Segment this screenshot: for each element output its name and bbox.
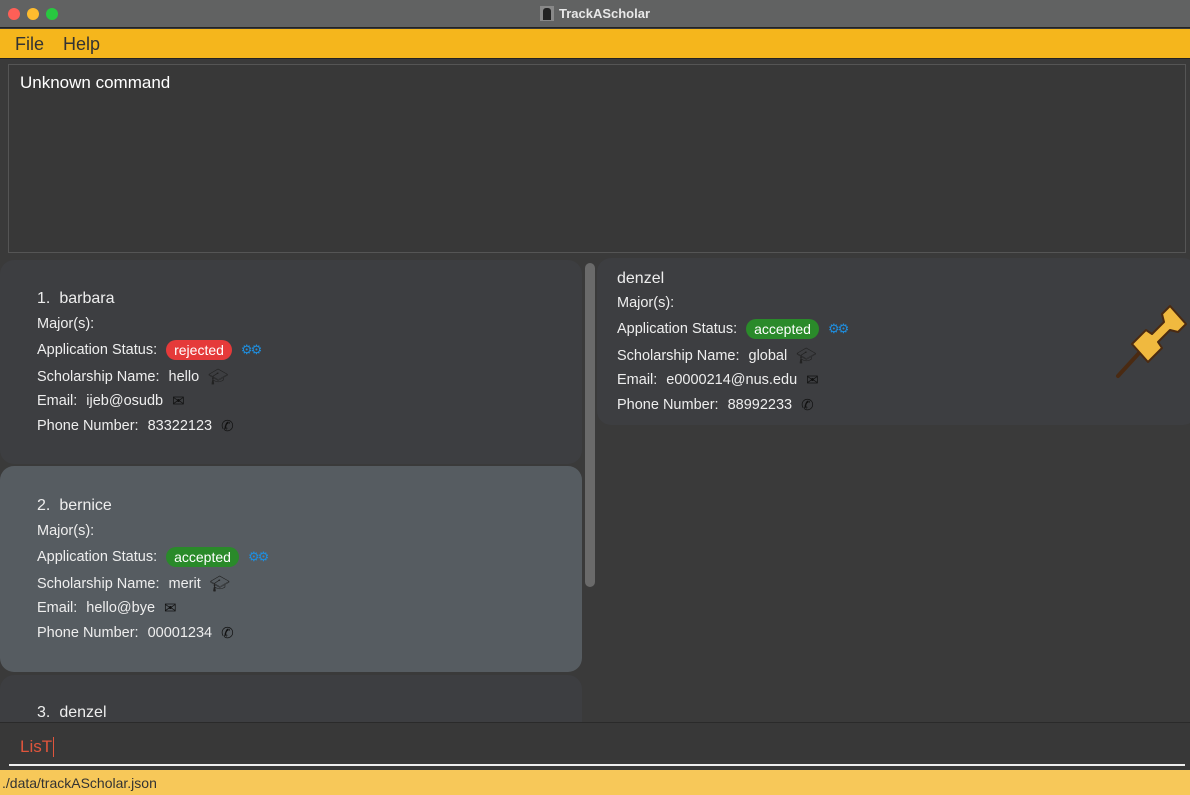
menu-file[interactable]: File [15, 34, 44, 55]
status-label: Application Status: [617, 321, 738, 337]
list-item[interactable]: 1. barbara Major(s): Application Status: r… [0, 260, 582, 464]
scholarship-value: merit [168, 576, 201, 592]
envelope-icon: ✉ [164, 600, 177, 617]
command-input[interactable]: LisT [20, 737, 55, 757]
envelope-icon: ✉ [172, 393, 185, 410]
result-text: Unknown command [20, 73, 171, 92]
phone-value: 00001234 [147, 625, 213, 641]
major-label: Major(s): [617, 295, 675, 311]
scholarship-label: Scholarship Name: [37, 369, 160, 385]
window-title: TrackAScholar [558, 6, 651, 21]
phone-icon: ✆ [221, 625, 234, 642]
email-value: hello@bye [86, 600, 156, 616]
pushpin-icon [1116, 305, 1187, 378]
save-location: ./data/trackAScholar.json [2, 775, 157, 791]
name: denzel [617, 270, 665, 287]
status-badge: rejected [166, 340, 232, 360]
envelope-icon: ✉ [806, 372, 819, 389]
index: 3. [37, 704, 51, 721]
index: 1. [37, 290, 51, 307]
email-value: e0000214@nus.edu [666, 372, 798, 388]
major-label: Major(s): [37, 523, 95, 539]
phone-icon: ✆ [801, 397, 814, 414]
email-label: Email: [37, 393, 78, 409]
major-label: Major(s): [37, 316, 95, 332]
pinned-detail-card: denzel Major(s): Application Status: acce… [597, 258, 1190, 425]
scholarship-value: global [748, 348, 788, 364]
scholarship-value: hello [168, 369, 200, 385]
graduation-cap-icon: 🎓︎ [796, 348, 817, 365]
command-box[interactable]: LisT [0, 722, 1190, 770]
status-label: Application Status: [37, 342, 158, 358]
title-bar: TrackAScholar [0, 0, 1190, 28]
graduation-cap-icon: 🎓︎ [208, 369, 229, 386]
status-badge: accepted [166, 547, 239, 567]
email-label: Email: [617, 372, 658, 388]
list-item[interactable]: 3. denzel [0, 675, 582, 722]
status-badge: accepted [746, 319, 819, 339]
list-scrollbar[interactable] [585, 263, 595, 587]
phone-label: Phone Number: [617, 397, 719, 413]
menu-help[interactable]: Help [63, 34, 100, 55]
graduation-cap-icon: 🎓︎ [209, 576, 231, 593]
scholarship-label: Scholarship Name: [617, 348, 740, 364]
app-logo-icon [539, 6, 554, 21]
menu-bar: File Help [0, 29, 1190, 59]
email-label: Email: [37, 600, 78, 616]
name: bernice [59, 497, 112, 514]
phone-value: 88992233 [727, 397, 793, 413]
result-display: Unknown command [8, 64, 1186, 253]
phone-value: 83322123 [147, 418, 213, 434]
command-underline [9, 764, 1185, 766]
email-value: ijeb@osudb [86, 393, 164, 409]
gears-icon: ⚙⚙ [827, 321, 849, 336]
phone-label: Phone Number: [37, 625, 139, 641]
status-bar: ./data/trackAScholar.json [0, 770, 1190, 795]
name: denzel [59, 704, 107, 721]
scholarship-label: Scholarship Name: [37, 576, 160, 592]
index: 2. [37, 497, 51, 514]
name: barbara [59, 290, 115, 307]
phone-label: Phone Number: [37, 418, 139, 434]
status-label: Application Status: [37, 549, 158, 565]
gears-icon: ⚙⚙ [247, 549, 269, 564]
list-item-selected[interactable]: 2. bernice Major(s): Application Status: a… [0, 466, 582, 672]
gears-icon: ⚙⚙ [240, 342, 262, 357]
phone-icon: ✆ [221, 418, 234, 435]
